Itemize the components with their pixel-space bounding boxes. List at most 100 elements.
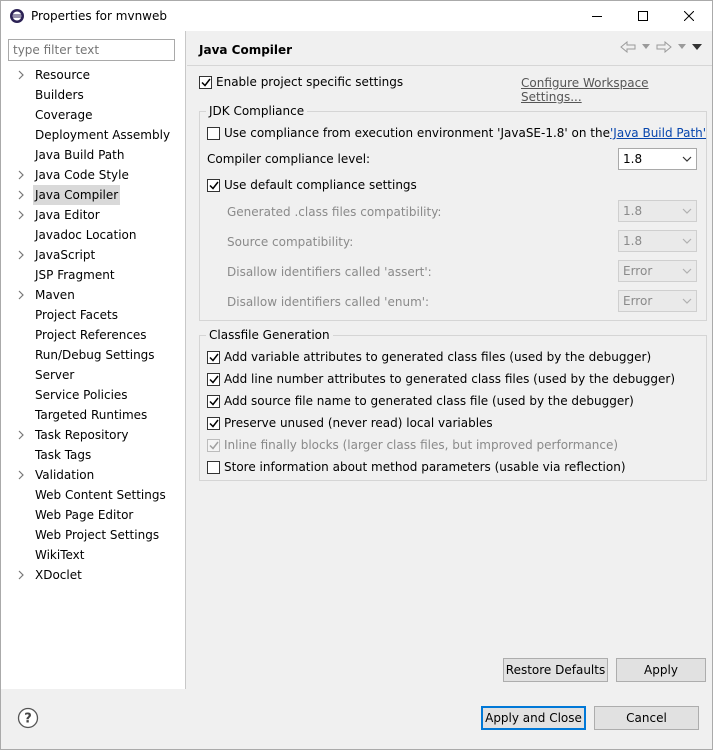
tree-item[interactable]: Service Policies xyxy=(1,385,185,405)
window-title: Properties for mvnweb xyxy=(31,9,167,23)
minimize-button[interactable] xyxy=(574,1,620,31)
expand-arrow-icon[interactable] xyxy=(15,469,27,481)
tree-item[interactable]: WikiText xyxy=(1,545,185,565)
apply-and-close-button[interactable]: Apply and Close xyxy=(481,706,586,730)
back-dropdown-icon[interactable] xyxy=(642,44,650,50)
use-default-compliance-check-box[interactable] xyxy=(207,178,220,192)
assert-ident-label: Disallow identifiers called 'assert': xyxy=(227,265,432,279)
tree-item[interactable]: Java Build Path xyxy=(1,145,185,165)
tree-item[interactable]: Javadoc Location xyxy=(1,225,185,245)
left-pane: Resource Builders Coverage Deployment Assem… xyxy=(1,31,186,689)
restore-defaults-button[interactable]: Restore Defaults xyxy=(503,658,608,682)
help-icon[interactable]: ? xyxy=(17,707,39,729)
tree-item[interactable]: Builders xyxy=(1,85,185,105)
tree-item-label: Java Compiler xyxy=(33,185,121,205)
close-button[interactable] xyxy=(666,1,712,31)
tree-item[interactable]: Project References xyxy=(1,325,185,345)
tree-item[interactable]: Validation xyxy=(1,465,185,485)
use-exec-env-check-box[interactable] xyxy=(207,126,220,140)
expand-arrow-icon[interactable] xyxy=(15,69,27,81)
page-title: Java Compiler xyxy=(199,43,293,57)
expand-arrow-icon[interactable] xyxy=(15,189,27,201)
source-compat-value: 1.8 xyxy=(623,234,643,248)
configure-workspace-link[interactable]: Configure Workspace Settings... xyxy=(521,76,712,104)
eclipse-app-icon xyxy=(10,9,24,23)
properties-dialog: Properties for mvnweb Resource Builders Co… xyxy=(0,0,713,750)
expand-arrow-icon[interactable] xyxy=(15,249,27,261)
classfile-option-check-box[interactable] xyxy=(207,372,220,386)
title-bar[interactable]: Properties for mvnweb xyxy=(1,1,712,31)
classfile-option-checkbox[interactable]: Add source file name to generated class … xyxy=(207,394,634,408)
compliance-level-combo[interactable]: 1.8 xyxy=(618,148,697,170)
java-build-path-link[interactable]: 'Java Build Path' xyxy=(610,126,706,140)
tree-item[interactable]: Maven xyxy=(1,285,185,305)
tree-item[interactable]: JavaScript xyxy=(1,245,185,265)
view-menu-icon[interactable] xyxy=(692,43,702,51)
expand-arrow-icon[interactable] xyxy=(15,289,27,301)
tree-item[interactable]: Java Compiler xyxy=(1,185,185,205)
tree-item-label: Web Project Settings xyxy=(35,528,160,542)
tree-item[interactable]: Server xyxy=(1,365,185,385)
tree-item[interactable]: JSP Fragment xyxy=(1,265,185,285)
classfile-option-check-box[interactable] xyxy=(207,438,220,452)
dialog-button-bar: ? Apply and Close Cancel xyxy=(1,689,712,749)
expand-arrow-icon[interactable] xyxy=(15,429,27,441)
tree-item[interactable]: XDoclet xyxy=(1,565,185,585)
tree-item[interactable]: Task Repository xyxy=(1,425,185,445)
tree-item[interactable]: Targeted Runtimes xyxy=(1,405,185,425)
back-arrow-icon[interactable] xyxy=(620,41,636,53)
tree-item[interactable]: Deployment Assembly xyxy=(1,125,185,145)
filter-input[interactable] xyxy=(8,39,175,61)
use-exec-env-checkbox[interactable]: Use compliance from execution environmen… xyxy=(207,126,706,140)
tree-item-label: JSP Fragment xyxy=(35,268,115,282)
tree-item[interactable]: Resource xyxy=(1,65,185,85)
tree-item-label: Java Build Path xyxy=(35,148,125,162)
classfile-option-check-box[interactable] xyxy=(207,416,220,430)
tree-item[interactable]: Coverage xyxy=(1,105,185,125)
tree-item[interactable]: Project Facets xyxy=(1,305,185,325)
classfile-option-check-box[interactable] xyxy=(207,394,220,408)
enum-ident-label: Disallow identifiers called 'enum': xyxy=(227,295,430,309)
jdk-compliance-label: JDK Compliance xyxy=(206,104,308,118)
tree-item[interactable]: Java Editor xyxy=(1,205,185,225)
tree-item-label: Project Facets xyxy=(35,308,118,322)
classfile-option-checkbox[interactable]: Store information about method parameter… xyxy=(207,460,626,474)
tree-item[interactable]: Task Tags xyxy=(1,445,185,465)
use-default-compliance-checkbox[interactable]: Use default compliance settings xyxy=(207,178,417,192)
expand-arrow-icon[interactable] xyxy=(15,569,27,581)
tree-item[interactable]: Java Code Style xyxy=(1,165,185,185)
assert-ident-combo[interactable]: Error xyxy=(618,260,697,282)
tree-item[interactable]: Web Project Settings xyxy=(1,525,185,545)
enum-ident-combo[interactable]: Error xyxy=(618,290,697,312)
classfile-option-checkbox[interactable]: Add line number attributes to generated … xyxy=(207,372,675,386)
enable-specific-check-box[interactable] xyxy=(199,75,212,89)
tree-item[interactable]: Web Content Settings xyxy=(1,485,185,505)
assert-ident-value: Error xyxy=(623,264,653,278)
classfile-option-checkbox[interactable]: Inline finally blocks (larger class file… xyxy=(207,438,618,452)
cancel-button[interactable]: Cancel xyxy=(594,706,699,730)
tree-item-label: Java Code Style xyxy=(35,168,129,182)
classfile-option-checkbox[interactable]: Preserve unused (never read) local varia… xyxy=(207,416,493,430)
apply-button[interactable]: Apply xyxy=(616,658,706,682)
generated-class-combo[interactable]: 1.8 xyxy=(618,200,697,222)
checkmark-icon xyxy=(200,78,211,87)
title-separator xyxy=(187,65,712,66)
generated-class-label: Generated .class files compatibility: xyxy=(227,205,442,219)
compliance-level-label: Compiler compliance level: xyxy=(207,152,371,166)
classfile-option-label: Add variable attributes to generated cla… xyxy=(224,350,652,364)
tree-item[interactable]: Run/Debug Settings xyxy=(1,345,185,365)
classfile-option-check-box[interactable] xyxy=(207,460,220,474)
enable-specific-checkbox[interactable]: Enable project specific settings xyxy=(199,75,403,89)
maximize-button[interactable] xyxy=(620,1,666,31)
forward-dropdown-icon[interactable] xyxy=(678,44,686,50)
expand-arrow-icon[interactable] xyxy=(15,169,27,181)
close-icon xyxy=(684,11,694,21)
jdk-compliance-group: JDK Compliance Use compliance from execu… xyxy=(199,104,707,321)
expand-arrow-icon[interactable] xyxy=(15,209,27,221)
chevron-down-icon xyxy=(682,238,692,244)
forward-arrow-icon[interactable] xyxy=(656,41,672,53)
classfile-option-checkbox[interactable]: Add variable attributes to generated cla… xyxy=(207,350,651,364)
classfile-option-check-box[interactable] xyxy=(207,350,220,364)
tree-item[interactable]: Web Page Editor xyxy=(1,505,185,525)
source-compat-combo[interactable]: 1.8 xyxy=(618,230,697,252)
